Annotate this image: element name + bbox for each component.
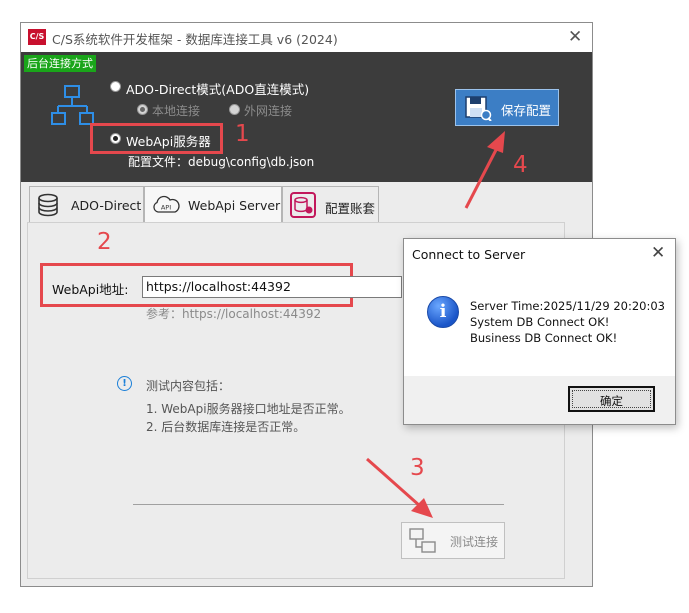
- arrow-to-save-button: [464, 131, 505, 209]
- dialog-close-icon[interactable]: ✕: [651, 243, 665, 263]
- ok-button-label: 确定: [600, 394, 623, 408]
- information-icon: i: [427, 296, 459, 328]
- arrow-to-test-button: [366, 457, 433, 518]
- dialog-title: Connect to Server: [412, 247, 526, 262]
- ok-button[interactable]: 确定: [568, 386, 655, 412]
- business-db-message: Business DB Connect OK!: [470, 331, 618, 345]
- system-db-message: System DB Connect OK!: [470, 315, 610, 329]
- server-time-message: Server Time:2025/11/29 20:20:03: [470, 299, 665, 313]
